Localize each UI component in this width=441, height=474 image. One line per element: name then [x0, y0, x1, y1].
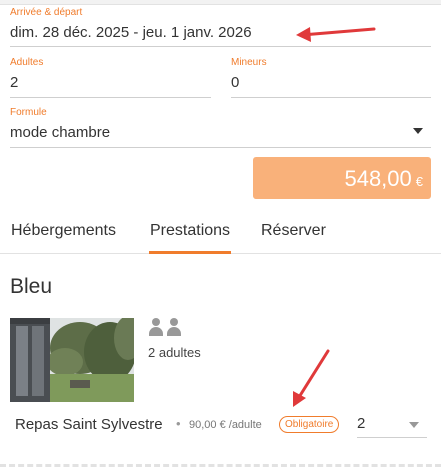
price-currency: € [415, 174, 423, 189]
minors-field[interactable]: Mineurs 0 [231, 57, 431, 98]
tab-prestations[interactable]: Prestations [149, 212, 232, 254]
tab-reserver[interactable]: Réserver [260, 212, 327, 254]
bottom-divider [0, 464, 441, 467]
quantity-select[interactable]: 2 [357, 414, 427, 438]
quantity-value[interactable]: 2 [357, 415, 365, 432]
service-name: Repas Saint Sylvestre [15, 416, 163, 433]
adults-label: Adultes [10, 57, 44, 68]
adults-value[interactable]: 2 [10, 74, 211, 91]
person-icon [149, 318, 163, 336]
total-price: 548,00 € [253, 157, 431, 199]
occupancy-icons [149, 318, 185, 336]
service-separator: • [176, 416, 181, 431]
minors-value[interactable]: 0 [231, 74, 431, 91]
person-icon [167, 318, 181, 336]
service-row: Repas Saint Sylvestre • 90,00 € /adulte … [0, 408, 441, 442]
dates-field[interactable]: Arrivée & départ dim. 28 déc. 2025 - jeu… [10, 7, 431, 47]
formula-select[interactable]: Formule mode chambre [10, 107, 431, 148]
room-photo [10, 318, 134, 402]
dates-label: Arrivée & départ [10, 7, 83, 18]
mandatory-badge: Obligatoire [279, 416, 340, 433]
room-title: Bleu [10, 275, 53, 298]
formula-underline [10, 147, 431, 148]
minors-underline [231, 97, 431, 98]
red-annotation-arrow [293, 349, 330, 407]
chevron-down-icon[interactable] [413, 128, 423, 134]
service-price: 90,00 € /adulte [189, 419, 262, 431]
tab-hebergements[interactable]: Hébergements [10, 212, 117, 254]
tab-bar: Hébergements Prestations Réserver [0, 212, 441, 254]
formula-label: Formule [10, 107, 47, 118]
occupancy-text: 2 adultes [148, 345, 201, 360]
minors-label: Mineurs [231, 57, 267, 68]
formula-value[interactable]: mode chambre [10, 124, 431, 141]
dates-underline [10, 46, 431, 47]
adults-field[interactable]: Adultes 2 [10, 57, 211, 98]
chevron-down-icon[interactable] [409, 422, 419, 428]
room-photo-image [10, 318, 134, 402]
dates-value[interactable]: dim. 28 déc. 2025 - jeu. 1 janv. 2026 [10, 24, 431, 41]
adults-underline [10, 97, 211, 98]
price-amount: 548,00 [344, 166, 412, 191]
top-strip [0, 0, 441, 5]
